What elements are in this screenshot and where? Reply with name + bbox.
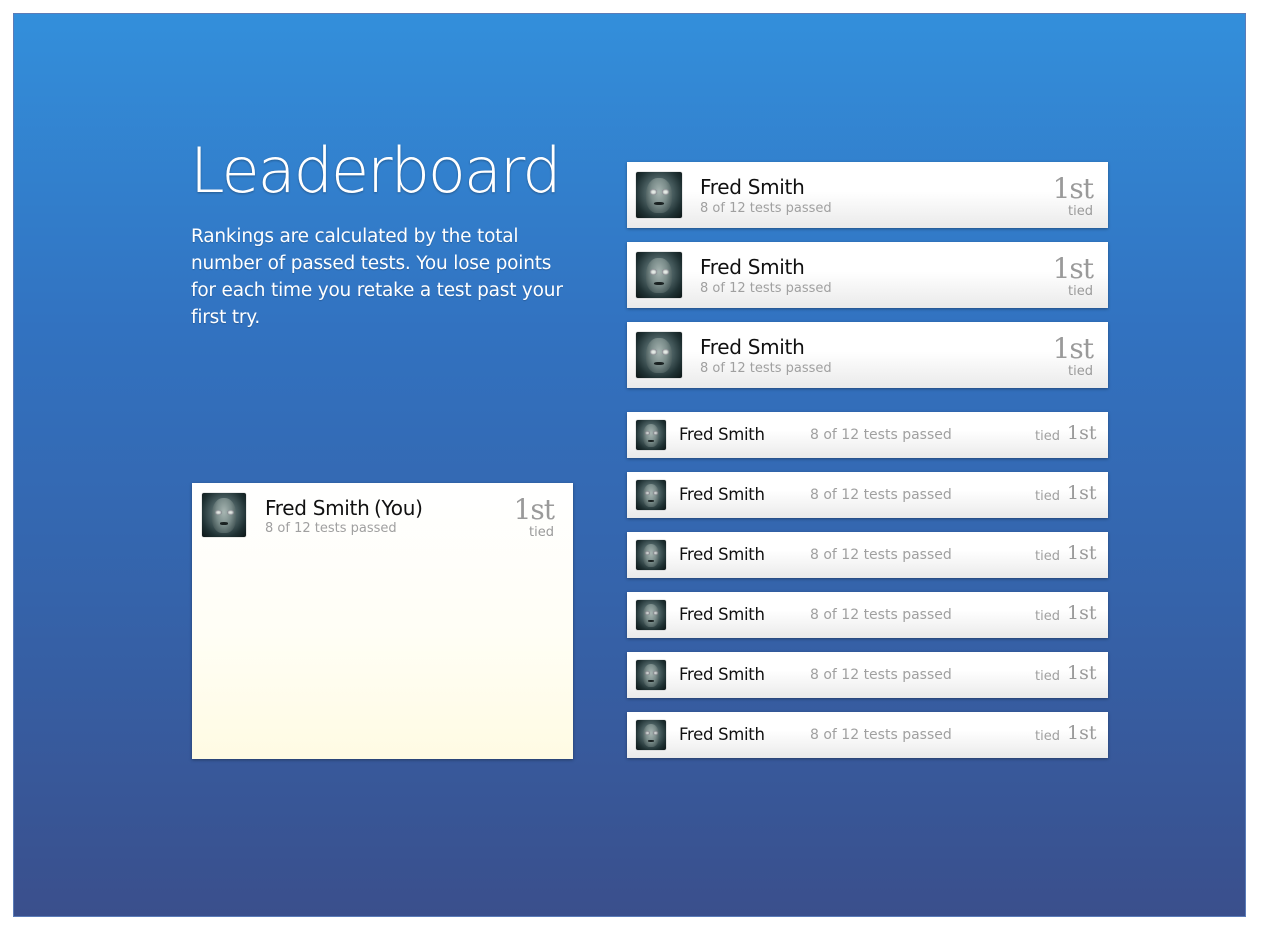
entry-rank: 1st [1067, 602, 1097, 624]
leaderboard-row[interactable]: Fred Smith 8 of 12 tests passed tied 1st [627, 652, 1108, 698]
entry-rank: 1st [1052, 332, 1094, 365]
entry-name: Fred Smith [700, 175, 805, 199]
user-avatar-icon [636, 660, 666, 690]
user-avatar-icon [636, 480, 666, 510]
entry-status: tied [1035, 669, 1060, 684]
entry-name: Fred Smith [679, 425, 765, 444]
entry-name: Fred Smith [700, 335, 805, 359]
entry-name: Fred Smith [679, 545, 765, 564]
user-avatar-icon [202, 493, 246, 537]
leaderboard-row[interactable]: Fred Smith 8 of 12 tests passed tied 1st [627, 472, 1108, 518]
user-avatar-icon [636, 172, 682, 218]
leaderboard-row[interactable]: Fred Smith 8 of 12 tests passed tied 1st [627, 412, 1108, 458]
user-avatar-icon [636, 600, 666, 630]
entry-rank: 1st [1067, 722, 1097, 744]
user-avatar-icon [636, 420, 666, 450]
entry-score: 8 of 12 tests passed [810, 727, 952, 743]
entry-score: 8 of 12 tests passed [700, 201, 832, 216]
user-avatar-icon [636, 252, 682, 298]
entry-score: 8 of 12 tests passed [810, 667, 952, 683]
current-user-status: tied [529, 525, 554, 540]
leaderboard-row[interactable]: Fred Smith 8 of 12 tests passed tied 1st [627, 532, 1108, 578]
user-avatar-icon [636, 332, 682, 378]
entry-status: tied [1035, 729, 1060, 744]
entry-rank: 1st [1052, 252, 1094, 285]
current-user-rank: 1st [513, 493, 555, 526]
entry-status: tied [1035, 609, 1060, 624]
entry-status: tied [1068, 204, 1093, 219]
entry-score: 8 of 12 tests passed [810, 547, 952, 563]
entry-score: 8 of 12 tests passed [700, 281, 832, 296]
entry-status: tied [1035, 549, 1060, 564]
entry-status: tied [1035, 429, 1060, 444]
entry-rank: 1st [1067, 662, 1097, 684]
entry-name: Fred Smith [679, 665, 765, 684]
entry-status: tied [1068, 284, 1093, 299]
entry-status: tied [1068, 364, 1093, 379]
current-user-card[interactable]: Fred Smith (You) 8 of 12 tests passed 1s… [192, 483, 573, 759]
entry-rank: 1st [1052, 172, 1094, 205]
leaderboard-top-entry[interactable]: Fred Smith 8 of 12 tests passed 1st tied [627, 242, 1108, 308]
entry-name: Fred Smith [679, 605, 765, 624]
entry-score: 8 of 12 tests passed [810, 427, 952, 443]
page-title: Leaderboard [190, 134, 562, 207]
entry-score: 8 of 12 tests passed [810, 607, 952, 623]
entry-score: 8 of 12 tests passed [810, 487, 952, 503]
you-label: (You) [374, 496, 423, 520]
entry-name: Fred Smith [679, 485, 765, 504]
entry-name: Fred Smith [700, 255, 805, 279]
entry-rank: 1st [1067, 422, 1097, 444]
entry-rank: 1st [1067, 482, 1097, 504]
current-user-name: Fred Smith [265, 496, 370, 520]
entry-rank: 1st [1067, 542, 1097, 564]
current-user-score: 8 of 12 tests passed [265, 521, 397, 536]
entry-name: Fred Smith [679, 725, 765, 744]
entry-score: 8 of 12 tests passed [700, 361, 832, 376]
leaderboard-row[interactable]: Fred Smith 8 of 12 tests passed tied 1st [627, 712, 1108, 758]
user-avatar-icon [636, 720, 666, 750]
user-avatar-icon [636, 540, 666, 570]
leaderboard-panel: Leaderboard Rankings are calculated by t… [13, 13, 1246, 917]
entry-status: tied [1035, 489, 1060, 504]
leaderboard-top-entry[interactable]: Fred Smith 8 of 12 tests passed 1st tied [627, 322, 1108, 388]
leaderboard-top-entry[interactable]: Fred Smith 8 of 12 tests passed 1st tied [627, 162, 1108, 228]
rankings-description: Rankings are calculated by the total num… [191, 226, 563, 328]
leaderboard-row[interactable]: Fred Smith 8 of 12 tests passed tied 1st [627, 592, 1108, 638]
